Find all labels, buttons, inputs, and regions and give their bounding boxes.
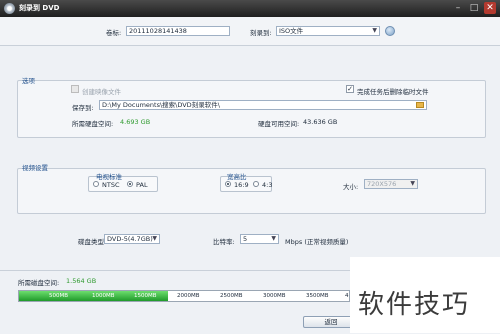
size-value: 720X576: [367, 180, 397, 188]
aspect-4-3-label: 4:3: [262, 181, 273, 189]
refresh-drive-icon[interactable]: [385, 26, 395, 36]
aspect-ratio-caption: 宽高比: [227, 173, 247, 181]
pal-label: PAL: [136, 181, 148, 189]
tick-label: 3000MB: [263, 293, 286, 299]
volume-label-caption: 卷标:: [106, 29, 122, 37]
minimize-button[interactable]: –: [452, 2, 464, 14]
available-space-value: 43.636 GB: [303, 118, 338, 126]
chevron-down-icon: ▼: [152, 235, 157, 242]
close-button[interactable]: ✕: [484, 2, 496, 14]
footer-required-caption: 所需磁盘空间:: [18, 279, 60, 287]
chevron-down-icon: ▼: [372, 27, 377, 34]
aspect-16-9-label: 16:9: [234, 181, 249, 189]
tick-label: 1500MB: [134, 293, 157, 299]
save-to-caption: 保存到:: [72, 104, 94, 112]
video-settings-title: 视频设置: [22, 164, 48, 172]
required-space-value: 4.693 GB: [120, 118, 151, 126]
bitrate-select[interactable]: 5 ▼: [240, 234, 279, 244]
aspect-16-9-radio[interactable]: [225, 181, 231, 187]
window-title: 刻录到 DVD: [19, 4, 60, 12]
delete-temp-label: 完成任务后删除临时文件: [357, 88, 429, 96]
burn-to-value: ISO文件: [279, 27, 304, 35]
disc-type-value: DVD-5(4.7GB): [107, 235, 153, 243]
tick-label: 2500MB: [220, 293, 243, 299]
tick-label: 3500MB: [306, 293, 329, 299]
size-caption: 大小:: [343, 183, 359, 191]
burn-to-caption: 刻录到:: [250, 29, 272, 37]
aspect-4-3-radio[interactable]: [253, 181, 259, 187]
burn-to-select[interactable]: ISO文件 ▼: [276, 26, 380, 36]
pal-radio[interactable]: [127, 181, 133, 187]
bitrate-unit: Mbps (正常视频质量): [285, 238, 349, 246]
options-group-title: 选项: [22, 77, 35, 85]
available-space-caption: 硬盘可用空间:: [258, 120, 300, 128]
watermark-text: 软件技巧: [358, 290, 471, 320]
chevron-down-icon: ▼: [410, 180, 415, 187]
required-space-caption: 所需硬盘空间:: [72, 120, 114, 128]
title-bar: 刻录到 DVD – □ ✕: [0, 0, 500, 17]
save-to-path-input[interactable]: D:\My Documents\搜索\DVD刻录软件\: [99, 100, 427, 110]
bitrate-value: 5: [243, 235, 248, 243]
size-select[interactable]: 720X576 ▼: [364, 179, 418, 189]
create-image-label: 创建映像文件: [82, 88, 121, 96]
volume-label-input[interactable]: 20111028141438: [126, 26, 230, 36]
ntsc-label: NTSC: [102, 181, 120, 189]
footer-required-value: 1.564 GB: [66, 277, 97, 285]
maximize-button[interactable]: □: [468, 2, 480, 14]
folder-browse-icon[interactable]: [416, 102, 424, 108]
disc-icon: [4, 3, 15, 14]
tick-label: 2000MB: [177, 293, 200, 299]
create-image-checkbox[interactable]: [71, 85, 79, 93]
top-settings-bar: 卷标: 20111028141438 刻录到: ISO文件 ▼: [0, 17, 500, 46]
disc-type-select[interactable]: DVD-5(4.7GB) ▼: [104, 234, 160, 244]
tick-label: 1000MB: [92, 293, 115, 299]
disc-type-caption: 碟盘类型:: [78, 238, 107, 246]
tick-label: 4: [345, 293, 349, 299]
tick-label: 500MB: [49, 293, 69, 299]
delete-temp-checkbox[interactable]: ✓: [346, 85, 354, 93]
chevron-down-icon: ▼: [271, 235, 276, 242]
tv-standard-caption: 电视标准: [96, 173, 122, 181]
bitrate-caption: 比特率:: [213, 238, 235, 246]
ntsc-radio[interactable]: [93, 181, 99, 187]
